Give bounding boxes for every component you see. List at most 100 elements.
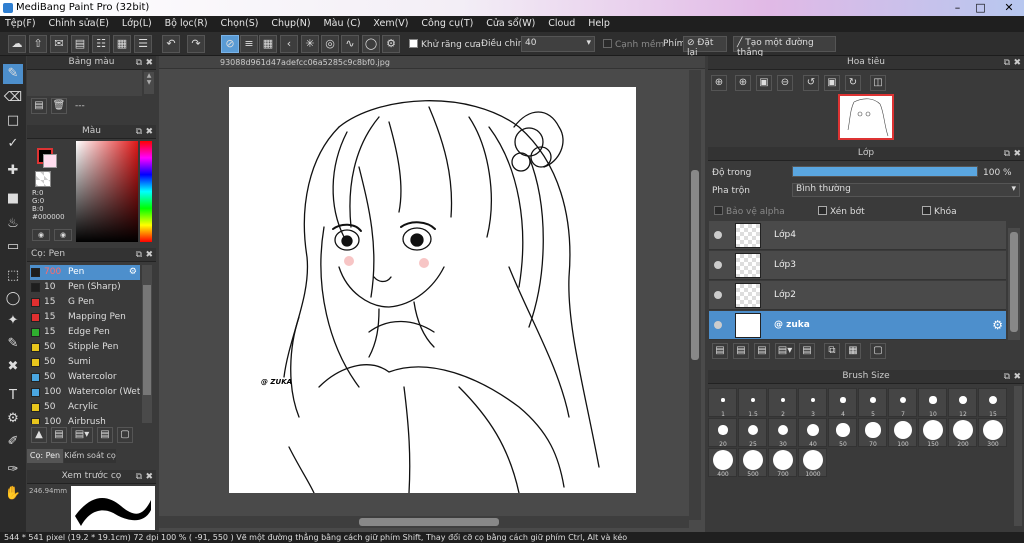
panel-float-icon[interactable]: ⧉ (1004, 57, 1010, 70)
zoom-out-icon[interactable]: ⊖ (777, 75, 793, 91)
document-icon[interactable]: ▤ (71, 35, 89, 53)
layer-row[interactable]: Lớp4 (709, 221, 1006, 250)
fit-icon[interactable]: ▣ (756, 75, 772, 91)
layer-settings-gear-icon[interactable]: ⚙ (992, 318, 1003, 332)
brush-settings-gear-icon[interactable]: ⚙ (129, 265, 137, 280)
brush-folder-icon[interactable]: ▤ (97, 427, 113, 443)
brush-item[interactable]: 15 Mapping Pen (30, 310, 140, 325)
note-icon[interactable]: ☷ (92, 35, 110, 53)
panel-close-icon[interactable]: ✖ (145, 249, 153, 262)
visibility-eye-icon[interactable] (714, 321, 722, 329)
panel-float-icon[interactable]: ⧉ (1004, 371, 1010, 384)
select-pen-icon[interactable]: ✎ (3, 334, 23, 354)
vanish-snap-icon[interactable]: ‹ (280, 35, 298, 53)
menu-snap[interactable]: Chụp(N) (266, 16, 315, 29)
color-add-icon[interactable]: ◉ (54, 229, 72, 241)
panel-close-icon[interactable]: ✖ (1013, 148, 1021, 161)
radial-snap-icon[interactable]: ✳ (301, 35, 319, 53)
parallel-snap-icon[interactable]: ≡ (240, 35, 258, 53)
menu-filter[interactable]: Bộ lọc(R) (160, 16, 213, 29)
brush-copy-icon[interactable]: ▤▾ (71, 427, 93, 443)
undo-icon[interactable]: ↶ (162, 35, 180, 53)
soft-edge-checkbox[interactable]: Cạnh mềm (603, 39, 664, 50)
fill-rect-tool-icon[interactable]: ■ (3, 189, 23, 209)
zoom-in-icon[interactable]: ⊕ (711, 75, 727, 91)
flip-icon[interactable]: ◫ (870, 75, 886, 91)
visibility-eye-icon[interactable] (714, 231, 722, 239)
brush-item[interactable]: 50 Stipple Pen (30, 340, 140, 355)
brush-list-scrollbar[interactable] (142, 265, 152, 423)
brush-size-scrollbar[interactable] (1014, 386, 1022, 526)
panel-close-icon[interactable]: ✖ (145, 126, 153, 139)
ellipse-snap-icon[interactable]: ◯ (362, 35, 380, 53)
menu-help[interactable]: Help (583, 16, 615, 29)
menu-file[interactable]: Tệp(F) (0, 16, 41, 29)
color-mode-icon[interactable]: ◉ (32, 229, 50, 241)
visibility-eye-icon[interactable] (714, 291, 722, 299)
menu-cloud[interactable]: Cloud (543, 16, 580, 29)
panel-float-icon[interactable]: ⧉ (136, 126, 142, 139)
panel-float-icon[interactable]: ⧉ (136, 249, 142, 262)
bucket-tool-icon[interactable]: ♨ (3, 214, 23, 234)
layer-scrollbar[interactable] (1008, 228, 1020, 340)
hand-tool-icon[interactable]: ✋ (3, 484, 23, 504)
maximize-button[interactable]: □ (967, 0, 994, 16)
snap-settings-icon[interactable]: ⚙ (382, 35, 400, 53)
select-eraser-icon[interactable]: ✖ (3, 357, 23, 377)
curve-snap-icon[interactable]: ∿ (341, 35, 359, 53)
panel-float-icon[interactable]: ⧉ (136, 471, 142, 484)
drawing-canvas[interactable]: @ ZUKA (229, 87, 636, 493)
lock-checkbox[interactable]: Khóa (922, 206, 957, 217)
clip-checkbox[interactable]: Xén bớt (818, 206, 865, 217)
canvas-vscrollbar[interactable] (689, 70, 701, 520)
straight-line-button[interactable]: ╱ Tạo một đường thẳng (733, 36, 836, 58)
lasso-tool-icon[interactable]: ◯ (3, 289, 23, 309)
merge-layer-icon[interactable]: ▦ (845, 343, 861, 359)
new-layer-1bit-icon[interactable]: ▤ (754, 343, 770, 359)
brush-item[interactable]: 50 Sumi (30, 355, 140, 370)
new-layer-icon[interactable]: ▤ (712, 343, 728, 359)
brush-item[interactable]: 15 G Pen (30, 295, 140, 310)
dot-tool-icon[interactable]: ✓ (3, 134, 23, 154)
panel-float-icon[interactable]: ⧉ (136, 57, 142, 70)
select-tool-icon[interactable]: ⬚ (3, 266, 23, 286)
brush-item[interactable]: 15 Edge Pen (30, 325, 140, 340)
panel-close-icon[interactable]: ✖ (145, 471, 153, 484)
adjust-select[interactable]: 40 ▾ (521, 36, 595, 52)
circle-snap-icon[interactable]: ◎ (321, 35, 339, 53)
saturation-value-picker[interactable] (76, 141, 138, 242)
tab-brush-control[interactable]: Kiểm soát cọ (64, 449, 116, 463)
opacity-slider[interactable] (792, 166, 978, 177)
duplicate-layer-icon[interactable]: ⧉ (824, 343, 840, 359)
panel-close-icon[interactable]: ✖ (145, 57, 153, 70)
brush-item[interactable]: 10 Pen (Sharp) (30, 280, 140, 295)
rotate-right-icon[interactable]: ↻ (845, 75, 861, 91)
layer-row[interactable]: Lớp3 (709, 251, 1006, 280)
brush-tool-icon[interactable]: ✎ (3, 64, 23, 84)
brush-new-icon[interactable]: ▤ (51, 427, 67, 443)
menu-color[interactable]: Màu (C) (318, 16, 365, 29)
share-icon[interactable]: ⇧ (29, 35, 47, 53)
menu-window[interactable]: Cửa sổ(W) (481, 16, 540, 29)
transparent-color[interactable] (35, 171, 51, 187)
palette-add-icon[interactable]: ▤ (31, 98, 47, 114)
hue-slider[interactable] (140, 141, 152, 242)
brush-item[interactable]: 100 Airbrush (30, 415, 140, 424)
delete-layer-icon[interactable]: ▢ (870, 343, 886, 359)
brush-item[interactable]: 700 Pen ⚙ (30, 265, 140, 280)
reset-button[interactable]: ⊘ Đặt lại (683, 36, 727, 58)
protect-alpha-checkbox[interactable]: Bảo vệ alpha (714, 206, 785, 217)
navigator-thumbnail[interactable] (838, 94, 894, 140)
visibility-eye-icon[interactable] (714, 261, 722, 269)
menu-select[interactable]: Chọn(S) (216, 16, 264, 29)
eraser-tool-icon[interactable]: ⌫ (3, 88, 23, 108)
gradient-tool-icon[interactable]: ▭ (3, 237, 23, 257)
grid-icon[interactable]: ▦ (113, 35, 131, 53)
add-layer-menu-icon[interactable]: ▤▾ (775, 343, 795, 359)
brush-item[interactable]: 50 Watercolor (30, 370, 140, 385)
brush-delete-icon[interactable]: ▢ (117, 427, 133, 443)
blend-select[interactable]: Bình thường ▾ (792, 183, 1020, 197)
panel-close-icon[interactable]: ✖ (1013, 57, 1021, 70)
menu-edit[interactable]: Chỉnh sửa(E) (43, 16, 114, 29)
layer-row[interactable]: @ zuka ⚙ (709, 311, 1006, 340)
